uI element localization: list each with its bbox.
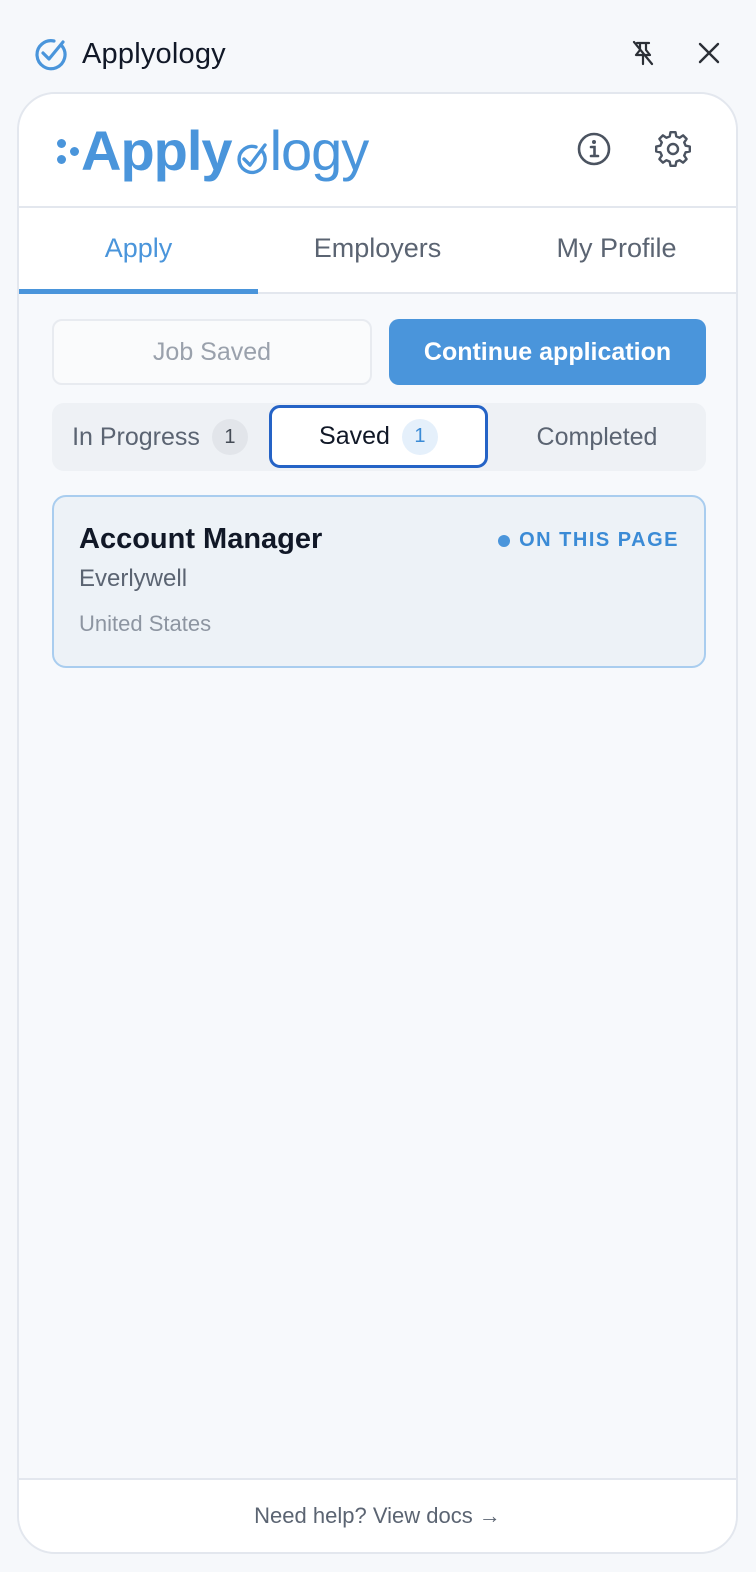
filter-saved[interactable]: Saved 1 — [269, 405, 488, 468]
pin-off-icon — [628, 38, 658, 73]
extension-panel: Apply logy Apply Employers My Profile Jo… — [17, 92, 738, 1554]
logo-wordmark: Apply — [81, 119, 233, 182]
job-company: Everlywell — [79, 565, 188, 592]
count-badge: 1 — [211, 419, 248, 455]
continue-application-button[interactable]: Continue application — [389, 319, 706, 385]
logo-wordmark-end: logy — [269, 119, 370, 182]
on-this-page-badge: ON THIS PAGE — [498, 529, 679, 552]
info-icon — [575, 130, 613, 173]
job-card[interactable]: Account Manager ON THIS PAGE Everlywell … — [52, 495, 706, 668]
window-title: Applyology — [82, 38, 226, 70]
gear-icon — [654, 130, 692, 173]
filter-label: In Progress — [72, 422, 200, 451]
job-title: Account Manager — [79, 523, 323, 555]
panel-footer: Need help? View docs → — [19, 1478, 736, 1552]
filter-in-progress[interactable]: In Progress 1 — [52, 403, 268, 471]
job-location: United States — [79, 611, 212, 636]
close-button[interactable] — [690, 36, 728, 74]
filter-label: Saved — [319, 422, 390, 450]
filter-completed[interactable]: Completed — [488, 403, 706, 471]
unpin-button[interactable] — [624, 36, 662, 74]
title-bar: Applyology — [0, 0, 756, 92]
badge-label: ON THIS PAGE — [519, 529, 679, 551]
close-icon — [696, 40, 722, 71]
check-circle-icon — [32, 36, 68, 72]
logo-check-icon — [232, 137, 270, 177]
job-saved-button[interactable]: Job Saved — [52, 319, 372, 385]
tab-apply[interactable]: Apply — [19, 208, 258, 294]
status-filter: In Progress 1 Saved 1 Completed — [52, 403, 706, 471]
count-badge: 1 — [401, 418, 438, 455]
panel-header: Apply logy — [19, 94, 736, 208]
filter-label: Completed — [536, 422, 658, 451]
action-buttons: Job Saved Continue application — [52, 319, 706, 385]
view-docs-link[interactable]: Need help? View docs → — [254, 1503, 501, 1529]
settings-button[interactable] — [654, 130, 692, 173]
main-tabs: Apply Employers My Profile — [19, 208, 736, 294]
tab-my-profile[interactable]: My Profile — [497, 208, 736, 292]
logo-dots — [55, 121, 81, 181]
status-dot-icon — [498, 534, 511, 547]
applyology-logo: Apply logy — [55, 116, 385, 186]
tab-employers[interactable]: Employers — [258, 208, 497, 292]
info-button[interactable] — [575, 132, 613, 170]
